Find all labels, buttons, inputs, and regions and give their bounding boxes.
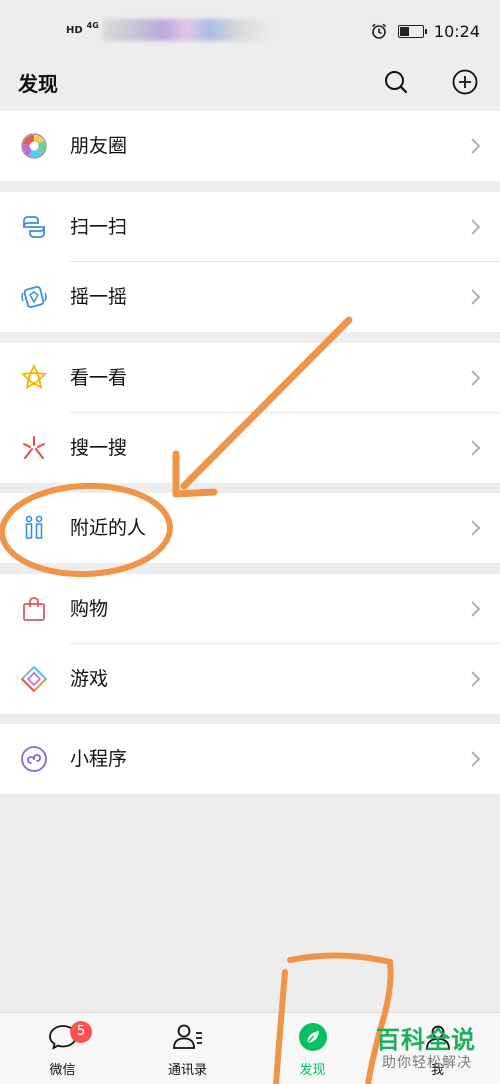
menu-item-label: 购物 <box>70 598 109 620</box>
status-time: 10:24 <box>433 21 480 41</box>
mini-programs-icon <box>20 745 48 773</box>
scan-icon <box>20 213 48 241</box>
menu-group-moments: 朋友圈 <box>0 111 500 181</box>
menu-item-mini-programs[interactable]: 小程序 <box>0 724 500 794</box>
menu-group-shop-games: 购物 游戏 <box>0 574 500 714</box>
menu-item-shake[interactable]: 摇一摇 <box>0 262 500 332</box>
menu-item-label: 摇一摇 <box>70 286 128 308</box>
status-bar: HD 4G 10:24 <box>0 0 500 62</box>
people-nearby-icon <box>20 514 48 542</box>
games-icon <box>20 665 48 693</box>
watermark: 百科全说 助你轻松解决 <box>370 1018 496 1078</box>
menu-item-moments[interactable]: 朋友圈 <box>0 111 500 181</box>
watermark-title: 百科全说 <box>376 1026 476 1054</box>
chevron-right-icon <box>471 601 481 617</box>
chevron-right-icon <box>471 138 481 154</box>
menu-item-shopping[interactable]: 购物 <box>0 574 500 644</box>
search-sparkle-icon <box>20 434 48 462</box>
menu-item-label: 看一看 <box>70 367 128 389</box>
search-icon <box>385 71 408 94</box>
chevron-right-icon <box>471 289 481 305</box>
discover-icon <box>297 1021 329 1053</box>
tab-contacts[interactable]: 通讯录 <box>125 1013 250 1084</box>
menu-item-label: 小程序 <box>70 748 128 770</box>
tab-chats[interactable]: 5 微信 <box>0 1013 125 1084</box>
header: 发现 <box>0 62 500 110</box>
moments-icon <box>20 132 48 160</box>
chevron-right-icon <box>471 671 481 687</box>
menu-item-scan[interactable]: 扫一扫 <box>0 192 500 262</box>
menu-group-mini-programs: 小程序 <box>0 724 500 794</box>
page-title: 发现 <box>18 72 58 96</box>
network-tag: 4G <box>86 20 99 30</box>
watermark-subtitle: 助你轻松解决 <box>382 1055 472 1071</box>
battery-icon <box>397 24 427 38</box>
menu-item-label: 附近的人 <box>70 517 147 539</box>
tab-discover[interactable]: 发现 <box>250 1013 375 1084</box>
tab-label: 通讯录 <box>167 1063 207 1078</box>
chevron-right-icon <box>471 440 481 456</box>
menu-item-people-nearby[interactable]: 附近的人 <box>0 493 500 563</box>
menu-group-nearby: 附近的人 <box>0 493 500 563</box>
add-button[interactable] <box>449 66 481 98</box>
shake-icon <box>20 283 48 311</box>
top-stories-icon <box>20 364 48 392</box>
chevron-right-icon <box>471 520 481 536</box>
menu-item-label: 搜一搜 <box>70 437 128 459</box>
unread-badge: 5 <box>70 1021 92 1043</box>
menu-item-label: 朋友圈 <box>70 135 128 157</box>
blurred-status-icons <box>102 19 273 41</box>
status-left: HD 4G <box>66 18 273 42</box>
plus-circle-icon <box>452 69 478 95</box>
shopping-bag-icon <box>20 595 48 623</box>
chevron-right-icon <box>471 751 481 767</box>
menu-group-top-search: 看一看 搜一搜 <box>0 343 500 483</box>
contacts-icon <box>172 1021 204 1053</box>
alarm-icon <box>371 23 386 39</box>
menu-item-games[interactable]: 游戏 <box>0 644 500 714</box>
status-right: 10:24 <box>370 18 480 44</box>
menu-item-top-stories[interactable]: 看一看 <box>0 343 500 413</box>
chevron-right-icon <box>471 219 481 235</box>
signal-tag: HD <box>66 24 83 36</box>
menu-item-label: 游戏 <box>70 668 109 690</box>
menu-item-search[interactable]: 搜一搜 <box>0 413 500 483</box>
chevron-right-icon <box>471 370 481 386</box>
menu-group-scan-shake: 扫一扫 摇一摇 <box>0 192 500 332</box>
tab-label: 微信 <box>49 1063 76 1078</box>
search-button[interactable] <box>380 66 412 98</box>
menu-item-label: 扫一扫 <box>70 216 128 238</box>
tab-label: 发现 <box>299 1063 326 1078</box>
